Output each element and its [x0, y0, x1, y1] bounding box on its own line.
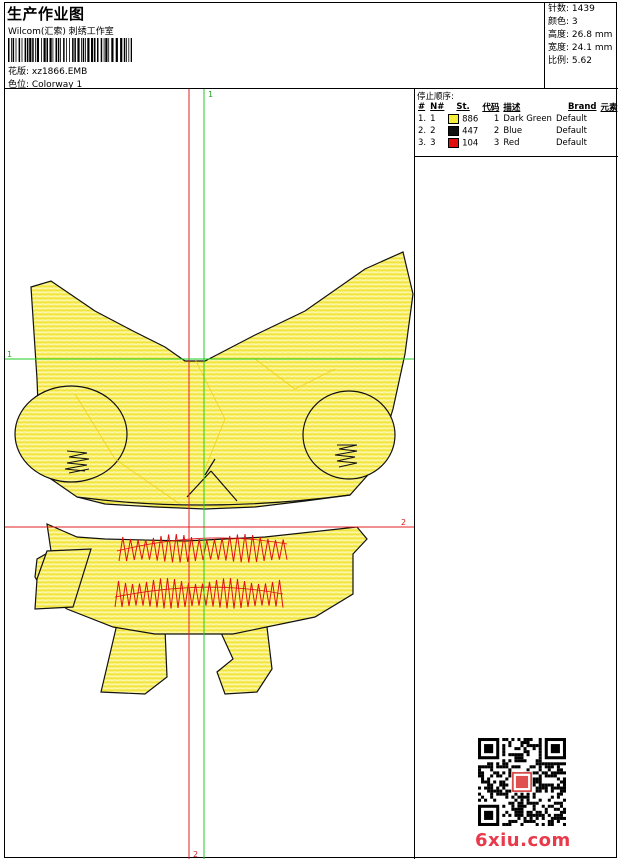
design-file-line: 花版: xz1866.EMB: [8, 67, 88, 77]
barcode: [8, 38, 132, 62]
embroidery-preview: 1 1 2 2: [5, 89, 414, 859]
guide-label-red-bottom: 2: [193, 850, 198, 859]
color-swatch: [448, 113, 460, 124]
guide-label-green-top: 1: [208, 90, 213, 99]
cat-figure: [14, 251, 414, 695]
production-sheet: 生产作业图 Wilcom(汇索) 刺绣工作室 花版: xz1866.EMB 色位…: [4, 2, 618, 859]
stat-height: 高度: 26.8 mm: [548, 30, 613, 40]
right-cheek: [302, 390, 396, 480]
stat-width: 宽度: 24.1 mm: [548, 43, 613, 53]
stop-row-3: 3. 3 104 3 Red Default: [418, 137, 588, 149]
color-swatch: [448, 125, 460, 136]
stop-table-header: # N# St. 代码 描述 Brand 元素: [418, 102, 618, 113]
stop-sequence-panel: 停止顺序: # N# St. 代码 描述 Brand 元素 1. 1 886 1…: [415, 89, 618, 157]
stats-block: 针数: 1439 颜色: 3 高度: 26.8 mm 宽度: 24.1 mm 比…: [545, 3, 618, 89]
stat-colors: 颜色: 3: [548, 17, 578, 27]
design-canvas: 1 1 2 2: [5, 89, 415, 859]
guide-label-red-right: 2: [401, 518, 406, 527]
watermark-logo: 6xiu.com: [475, 830, 571, 851]
company-line: Wilcom(汇索) 刺绣工作室: [8, 27, 114, 37]
sheet-title: 生产作业图: [7, 5, 85, 23]
color-swatch: [448, 137, 460, 148]
guide-label-green-left: 1: [7, 350, 12, 359]
header-block: 生产作业图 Wilcom(汇索) 刺绣工作室 花版: xz1866.EMB 色位…: [5, 3, 545, 90]
stop-row-1: 1. 1 886 1 Dark Green Default: [418, 113, 588, 125]
stop-sequence-table: # N# St. 代码 描述 Brand 元素 1. 1 886 1 Dark …: [416, 101, 620, 149]
stat-scale: 比例: 5.62: [548, 56, 592, 66]
qr-code[interactable]: [478, 738, 566, 826]
lower-body: [34, 523, 368, 635]
stat-stitches: 针数: 1439: [548, 4, 595, 14]
stop-row-2: 2. 2 447 2 Blue Default: [418, 125, 588, 137]
